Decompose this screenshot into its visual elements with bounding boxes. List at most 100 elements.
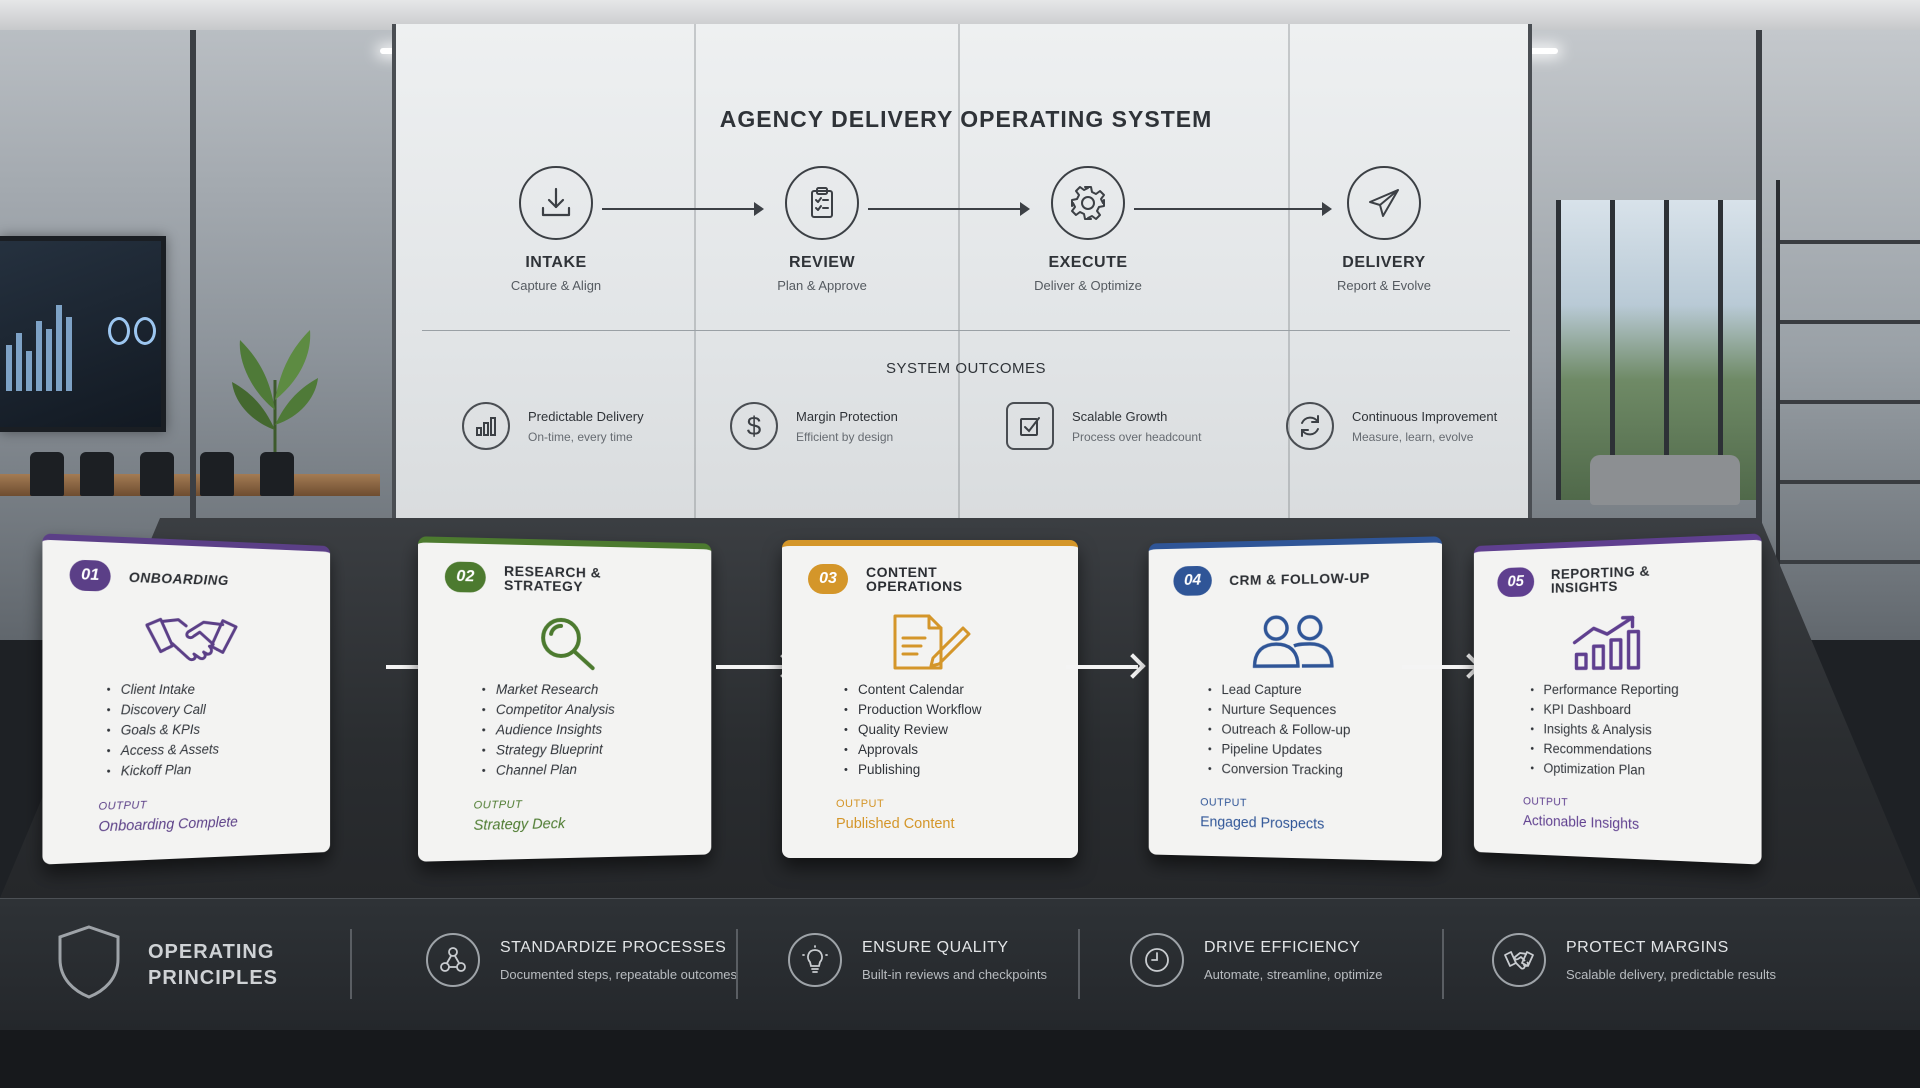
card-reporting-insights[interactable]: 05 REPORTING & INSIGHTS Performance Repo… <box>1474 533 1762 864</box>
list-item: Outreach & Follow-up <box>1208 720 1351 741</box>
bookshelf <box>1776 180 1920 620</box>
step-badge: 04 <box>1173 566 1211 596</box>
output-label: OUTPUT <box>474 799 523 812</box>
list-item: Market Research <box>482 680 615 700</box>
stage-execute: EXECUTE Deliver & Optimize <box>988 166 1188 293</box>
list-item: Optimization Plan <box>1530 759 1678 782</box>
list-item: Goals & KPIs <box>107 720 219 741</box>
refresh-icon <box>1286 402 1334 450</box>
card-onboarding[interactable]: 01 ONBOARDING Client Intake Discovery Ca… <box>42 533 330 864</box>
growth-chart-icon <box>1474 608 1762 673</box>
outcome-predictable-delivery: Predictable Delivery On-time, every time <box>462 402 644 450</box>
list-item: Channel Plan <box>482 760 615 782</box>
list-item: Quality Review <box>844 720 982 740</box>
card-task-list: Content Calendar Production Workflow Qua… <box>844 680 982 780</box>
chair <box>260 452 294 496</box>
list-item: Performance Reporting <box>1530 680 1678 700</box>
network-icon <box>426 933 480 987</box>
card-task-list: Market Research Competitor Analysis Audi… <box>482 680 615 781</box>
handshake-icon <box>1492 933 1546 987</box>
board-title: AGENCY DELIVERY OPERATING SYSTEM <box>396 106 1536 133</box>
floor <box>0 1030 1920 1088</box>
bar-chart-icon <box>462 402 510 450</box>
output-label: OUTPUT <box>836 798 884 810</box>
checkbox-icon <box>1006 402 1054 450</box>
step-badge: 02 <box>445 561 486 592</box>
principle-standardize: STANDARDIZE PROCESSES Documented steps, … <box>426 933 737 987</box>
outcome-margin-protection: $ Margin Protection Efficient by design <box>730 402 898 450</box>
card-task-list: Client Intake Discovery Call Goals & KPI… <box>107 680 219 782</box>
list-item: Audience Insights <box>482 720 615 741</box>
card-task-list: Lead Capture Nurture Sequences Outreach … <box>1208 680 1351 781</box>
list-item: Strategy Blueprint <box>482 740 615 761</box>
clipboard-check-icon <box>785 166 859 240</box>
operating-system-board: AGENCY DELIVERY OPERATING SYSTEM INTAKE … <box>392 24 1532 522</box>
list-item: Insights & Analysis <box>1530 720 1678 741</box>
list-item: Pipeline Updates <box>1208 739 1351 760</box>
sofa <box>1590 455 1740 505</box>
chair <box>80 452 114 496</box>
list-item: Conversion Tracking <box>1208 759 1351 781</box>
list-item: Nurture Sequences <box>1208 700 1351 720</box>
list-item: Production Workflow <box>844 700 982 720</box>
outcomes-title: SYSTEM OUTCOMES <box>396 360 1536 377</box>
list-item: Content Calendar <box>844 680 982 700</box>
principles-title: OPERATING PRINCIPLES <box>148 939 298 991</box>
output-value: Onboarding Complete <box>98 815 237 836</box>
output-value: Actionable Insights <box>1523 813 1639 833</box>
list-item: Publishing <box>844 760 982 780</box>
output-value: Strategy Deck <box>474 816 566 834</box>
document-pen-icon <box>782 612 1078 672</box>
card-title: REPORTING & INSIGHTS <box>1551 561 1718 595</box>
card-title: CRM & FOLLOW-UP <box>1229 570 1398 587</box>
output-value: Published Content <box>836 816 955 832</box>
step-badge: 01 <box>70 559 111 591</box>
users-icon <box>1149 610 1442 669</box>
stage-delivery: DELIVERY Report & Evolve <box>1284 166 1484 293</box>
output-label: OUTPUT <box>1200 797 1247 810</box>
list-item: Access & Assets <box>107 740 219 762</box>
download-icon <box>519 166 593 240</box>
flow-arrow <box>716 665 788 669</box>
shield-icon <box>56 923 122 999</box>
card-content-operations[interactable]: 03 CONTENT OPERATIONS Content Calendar P… <box>782 540 1078 858</box>
stage-intake: INTAKE Capture & Align <box>456 166 656 293</box>
list-item: Lead Capture <box>1208 680 1351 700</box>
principle-margins: PROTECT MARGINS Scalable delivery, predi… <box>1492 933 1776 987</box>
chair <box>200 452 234 496</box>
output-value: Engaged Prospects <box>1200 814 1324 832</box>
list-item: KPI Dashboard <box>1530 700 1678 720</box>
card-research-strategy[interactable]: 02 RESEARCH & STRATEGY Market Research C… <box>418 536 711 861</box>
list-item: Competitor Analysis <box>482 700 615 720</box>
list-item: Kickoff Plan <box>107 760 219 782</box>
list-item: Client Intake <box>107 680 219 700</box>
principle-quality: ENSURE QUALITY Built-in reviews and chec… <box>788 933 1047 987</box>
principle-efficiency: DRIVE EFFICIENCY Automate, streamline, o… <box>1130 933 1382 987</box>
dollar-icon: $ <box>730 402 778 450</box>
list-item: Discovery Call <box>107 700 219 721</box>
operating-principles-bar: OPERATING PRINCIPLES STANDARDIZE PROCESS… <box>0 898 1920 1030</box>
chair <box>140 452 174 496</box>
handshake-icon <box>42 608 330 669</box>
output-label: OUTPUT <box>98 799 147 813</box>
magnifier-icon <box>418 610 711 675</box>
card-title: CONTENT OPERATIONS <box>866 565 1036 593</box>
list-item: Approvals <box>844 740 982 760</box>
outcome-scalable-growth: Scalable Growth Process over headcount <box>1006 402 1201 450</box>
lightbulb-icon <box>788 933 842 987</box>
output-label: OUTPUT <box>1523 796 1568 809</box>
flow-arrow <box>1066 665 1138 669</box>
stage-review: REVIEW Plan & Approve <box>722 166 922 293</box>
card-title: RESEARCH & STRATEGY <box>504 564 671 595</box>
clock-icon <box>1130 933 1184 987</box>
step-badge: 05 <box>1497 567 1534 597</box>
step-badge: 03 <box>808 564 848 594</box>
card-crm-follow-up[interactable]: 04 CRM & FOLLOW-UP Lead Capture Nurture … <box>1149 536 1442 861</box>
flow-arrow <box>1402 665 1474 669</box>
list-item: Recommendations <box>1530 739 1678 761</box>
gear-icon <box>1051 166 1125 240</box>
wall-monitor <box>0 236 166 432</box>
paper-plane-icon <box>1347 166 1421 240</box>
outcome-continuous-improvement: Continuous Improvement Measure, learn, e… <box>1286 402 1497 450</box>
card-task-list: Performance Reporting KPI Dashboard Insi… <box>1530 680 1678 782</box>
